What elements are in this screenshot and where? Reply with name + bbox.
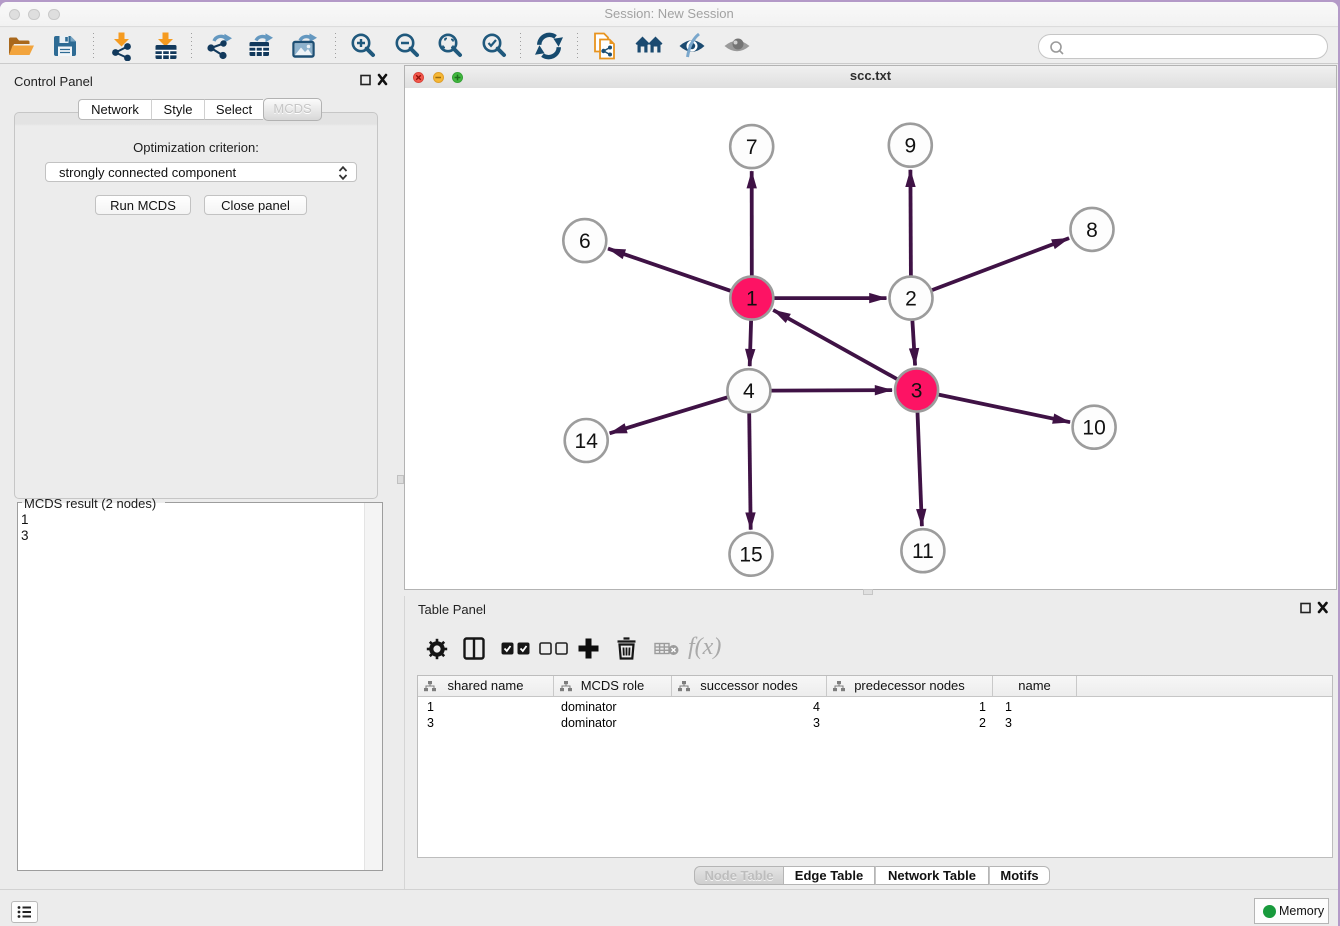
svg-text:9: 9 bbox=[904, 134, 916, 157]
svg-text:11: 11 bbox=[912, 540, 934, 563]
svg-text:1: 1 bbox=[746, 287, 758, 310]
svg-text:3: 3 bbox=[911, 379, 923, 402]
svg-text:4: 4 bbox=[743, 380, 755, 403]
svg-text:10: 10 bbox=[1082, 416, 1105, 439]
svg-text:2: 2 bbox=[905, 287, 917, 310]
svg-text:6: 6 bbox=[579, 230, 591, 253]
svg-text:8: 8 bbox=[1086, 218, 1098, 241]
svg-text:7: 7 bbox=[746, 136, 758, 159]
svg-text:15: 15 bbox=[739, 543, 762, 566]
svg-text:14: 14 bbox=[575, 430, 599, 453]
